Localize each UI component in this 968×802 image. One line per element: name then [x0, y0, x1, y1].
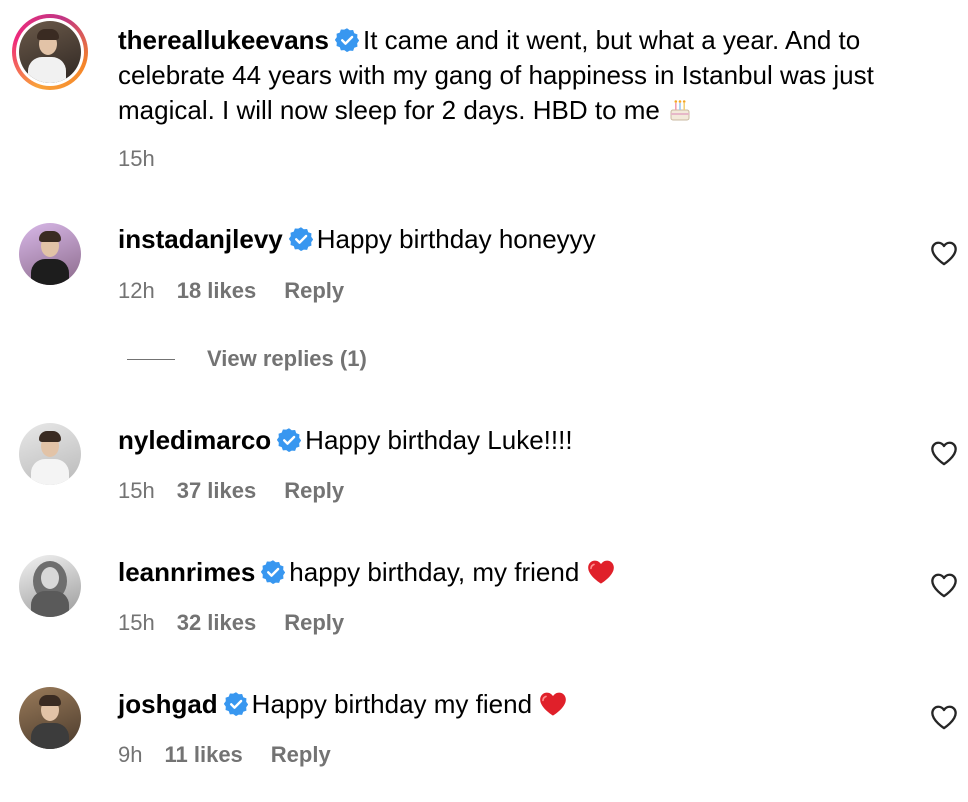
- view-replies-button[interactable]: View replies (1): [127, 344, 367, 374]
- caption-time[interactable]: 15h: [118, 146, 155, 172]
- comment-body: happy birthday, my friend: [289, 557, 580, 587]
- comment-time[interactable]: 12h: [118, 278, 155, 304]
- comment-username[interactable]: joshgad: [118, 689, 218, 719]
- reply-button[interactable]: Reply: [284, 278, 344, 304]
- comment-text: joshgad Happy birthday my fiend: [118, 687, 567, 722]
- verified-badge-icon: [224, 692, 248, 716]
- red-heart-icon: [587, 559, 615, 585]
- comment-text: leannrimes happy birthday, my friend: [118, 555, 615, 590]
- avatar-joshgad[interactable]: [19, 687, 81, 749]
- red-heart-icon: [539, 691, 567, 717]
- comment-meta: 12h 18 likes Reply: [118, 278, 344, 304]
- comment-time[interactable]: 9h: [118, 742, 142, 768]
- avatar-leannrimes[interactable]: [19, 555, 81, 617]
- comment-likes[interactable]: 32 likes: [177, 610, 257, 636]
- comment-body: Happy birthday my fiend: [251, 689, 533, 719]
- verified-badge-icon: [335, 28, 359, 52]
- comment-body: Happy birthday Luke!!!!: [305, 425, 573, 455]
- comment-text: instadanjlevy Happy birthday honeyyy: [118, 222, 596, 257]
- comment-time[interactable]: 15h: [118, 478, 155, 504]
- avatar-instadanjlevy[interactable]: [19, 223, 81, 285]
- comment-body: Happy birthday honeyyy: [316, 224, 596, 254]
- comment-username[interactable]: leannrimes: [118, 557, 255, 587]
- comment-meta: 15h 37 likes Reply: [118, 478, 344, 504]
- comment-likes[interactable]: 11 likes: [164, 742, 242, 768]
- comment-meta: 9h 11 likes Reply: [118, 742, 331, 768]
- reply-button[interactable]: Reply: [271, 742, 331, 768]
- verified-badge-icon: [289, 227, 313, 251]
- caption-avatar[interactable]: [12, 14, 88, 90]
- cake-icon: [670, 100, 690, 121]
- avatar-nyledimarco[interactable]: [19, 423, 81, 485]
- like-heart-icon[interactable]: [930, 572, 958, 598]
- verified-badge-icon: [261, 560, 285, 584]
- comment-text: nyledimarco Happy birthday Luke!!!!: [118, 423, 573, 458]
- reply-button[interactable]: Reply: [284, 478, 344, 504]
- comment-meta: 15h 32 likes Reply: [118, 610, 344, 636]
- caption-text: thereallukeevans It came and it went, but…: [118, 23, 918, 128]
- view-replies-label[interactable]: View replies (1): [207, 346, 367, 372]
- comment-time[interactable]: 15h: [118, 610, 155, 636]
- view-replies-divider: [127, 358, 175, 360]
- like-heart-icon[interactable]: [930, 704, 958, 730]
- like-heart-icon[interactable]: [930, 240, 958, 266]
- comment-likes[interactable]: 18 likes: [177, 278, 257, 304]
- comment-username[interactable]: instadanjlevy: [118, 224, 283, 254]
- comment-likes[interactable]: 37 likes: [177, 478, 257, 504]
- caption-meta: 15h: [118, 146, 177, 172]
- verified-badge-icon: [277, 428, 301, 452]
- caption-username[interactable]: thereallukeevans: [118, 25, 329, 55]
- reply-button[interactable]: Reply: [284, 610, 344, 636]
- comment-username[interactable]: nyledimarco: [118, 425, 271, 455]
- like-heart-icon[interactable]: [930, 440, 958, 466]
